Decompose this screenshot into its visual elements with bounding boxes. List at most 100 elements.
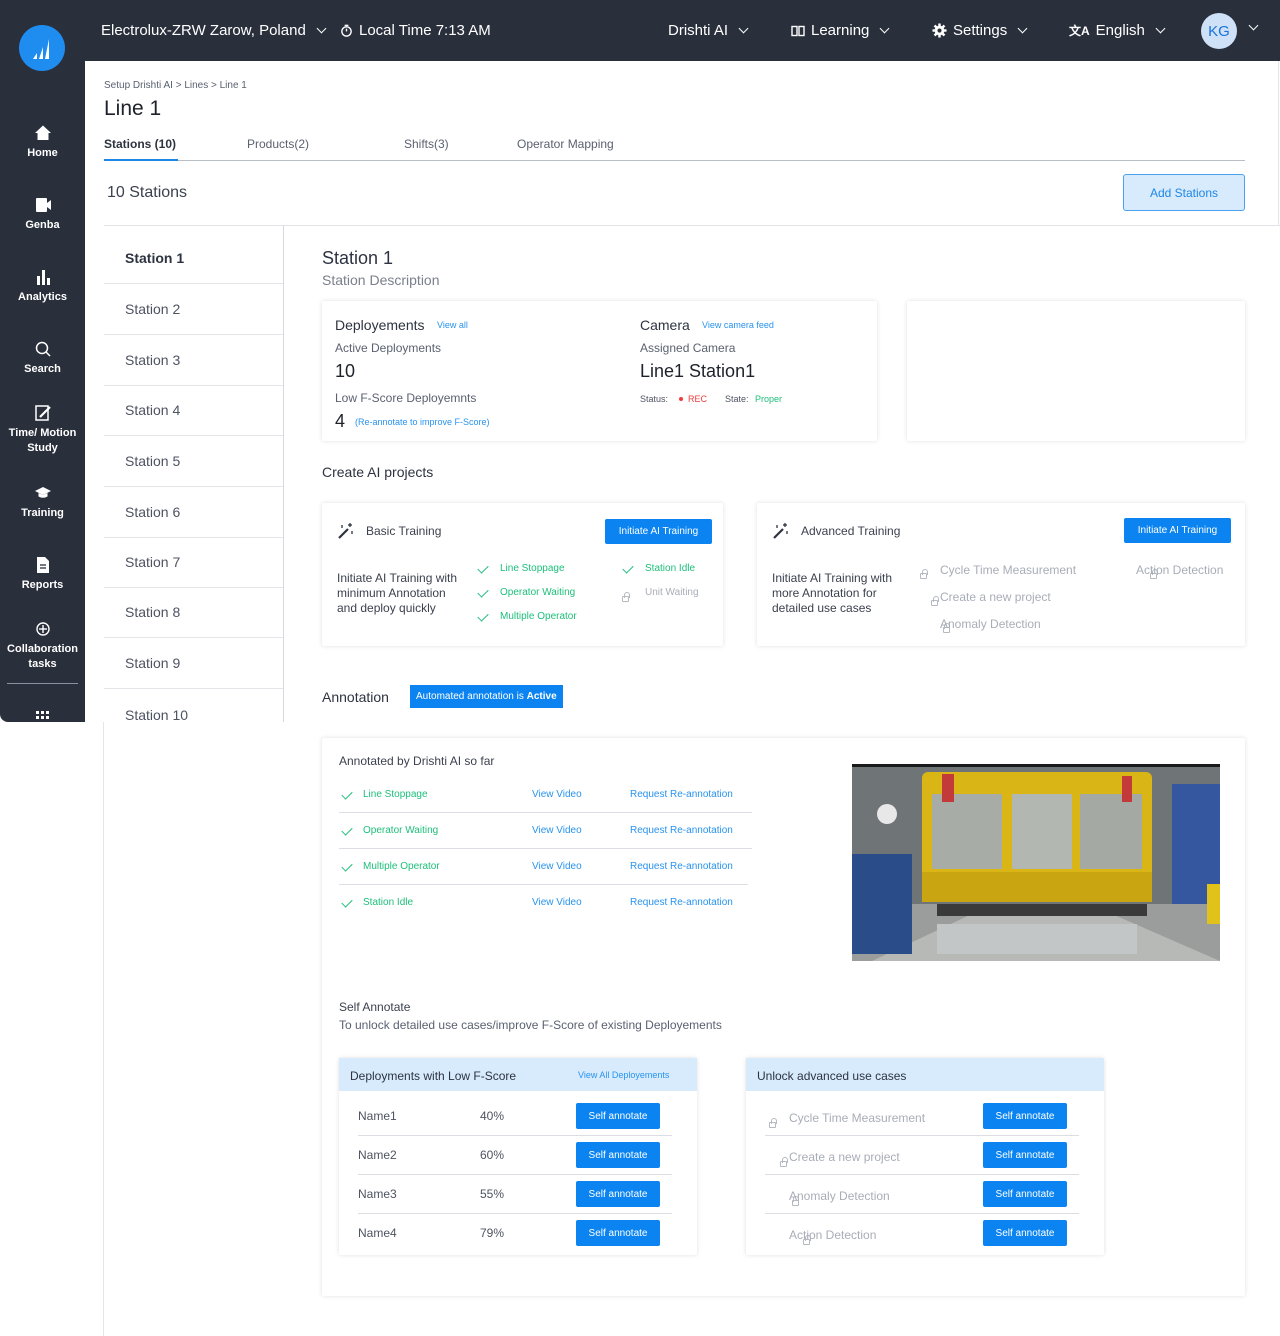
content-right-border	[1278, 61, 1279, 226]
search-icon	[35, 341, 51, 357]
deployment-name: Name2	[358, 1148, 397, 1162]
chevron-down-icon	[1017, 23, 1028, 34]
view-camera-feed-link[interactable]: View camera feed	[702, 320, 774, 330]
tab-shifts[interactable]: Shifts(3)	[404, 137, 449, 151]
breadcrumb[interactable]: Setup Drishti AI > Lines > Line 1	[104, 80, 247, 91]
unlock-title: Unlock advanced use cases	[757, 1069, 907, 1083]
nav-analytics[interactable]: Analytics	[0, 268, 85, 305]
deployment-fscore: 40%	[480, 1109, 505, 1123]
station-item[interactable]: Station 9	[104, 638, 283, 689]
video-camera-icon	[35, 198, 51, 212]
annotation-card: Annotated by Drishti AI so far Line Stop…	[322, 738, 1245, 1296]
advanced-desc-line: detailed use cases	[772, 601, 872, 615]
low-fscore-title: Deployments with Low F-Score	[350, 1069, 517, 1083]
badge-prefix: Automated annotation is	[416, 691, 524, 702]
request-reannotation-link[interactable]: Request Re-annotation	[630, 789, 733, 800]
badge-state: Active	[526, 691, 557, 702]
view-video-link[interactable]: View Video	[532, 789, 582, 800]
deployment-name: Name4	[358, 1226, 397, 1240]
stopwatch-icon	[341, 24, 352, 37]
locked-usecase: Action Detection	[789, 1228, 877, 1242]
self-annotate-button[interactable]: Self annotate	[576, 1220, 660, 1246]
learning-menu[interactable]: Learning	[791, 22, 890, 39]
nav-reports[interactable]: Reports	[0, 556, 85, 593]
view-video-link[interactable]: View Video	[532, 897, 582, 908]
deployments-view-all-link[interactable]: View all	[437, 320, 468, 330]
camera-title: Camera	[640, 317, 690, 333]
tab-stations[interactable]: Stations (10)	[104, 137, 176, 151]
reannotate-link[interactable]: (Re-annotate to improve F-Score)	[355, 417, 490, 427]
basic-initiate-training-button[interactable]: Initiate AI Training	[605, 519, 712, 544]
plant-selector[interactable]: Electrolux-ZRW Zarow, Poland	[101, 22, 327, 39]
annotation-title: Annotation	[322, 689, 389, 705]
annotated-usecase: Operator Waiting	[363, 825, 439, 836]
station-item[interactable]: Station 8	[104, 587, 283, 638]
row-divider	[358, 1135, 672, 1136]
nav-time-motion[interactable]: Time/ Motion Study	[0, 404, 85, 456]
station-item[interactable]: Station 2	[104, 284, 283, 335]
view-video-link[interactable]: View Video	[532, 825, 582, 836]
lock-icon	[622, 592, 630, 602]
view-video-link[interactable]: View Video	[532, 861, 582, 872]
unlock-usecases-table: Unlock advanced use cases Cycle Time Mea…	[746, 1058, 1104, 1255]
station-item[interactable]: Station 7	[104, 537, 283, 588]
drishti-menu[interactable]: Drishti AI	[668, 22, 749, 39]
view-all-deployments-link[interactable]: View All Deployements	[578, 1070, 669, 1080]
nav-home[interactable]: Home	[0, 124, 85, 161]
station-item[interactable]: Station 10	[104, 689, 283, 740]
check-icon	[341, 824, 353, 836]
advanced-initiate-training-button[interactable]: Initiate AI Training	[1124, 518, 1231, 543]
request-reannotation-link[interactable]: Request Re-annotation	[630, 861, 733, 872]
tab-products[interactable]: Products(2)	[247, 137, 309, 151]
automated-annotation-badge[interactable]: Automated annotation is Active	[410, 685, 563, 708]
translate-icon: 文A	[1069, 24, 1090, 38]
chevron-down-icon	[1155, 23, 1166, 34]
assigned-camera-label: Assigned Camera	[640, 341, 736, 355]
language-menu[interactable]: 文A English	[1069, 22, 1166, 39]
gear-icon	[932, 23, 947, 38]
chevron-down-icon	[879, 23, 890, 34]
self-annotate-button[interactable]: Self annotate	[983, 1181, 1067, 1207]
station-item[interactable]: Station 3	[104, 335, 283, 386]
self-annotate-button[interactable]: Self annotate	[576, 1142, 660, 1168]
self-annotate-button[interactable]: Self annotate	[983, 1220, 1067, 1246]
apps-grid-icon[interactable]	[36, 711, 49, 722]
learning-label: Learning	[811, 22, 870, 39]
station-item[interactable]: Station 5	[104, 436, 283, 487]
avatar[interactable]: KG	[1201, 13, 1237, 49]
nav-search-label: Search	[24, 363, 61, 375]
request-reannotation-link[interactable]: Request Re-annotation	[630, 897, 733, 908]
advanced-usecase-locked: Action Detection	[1136, 563, 1224, 577]
nav-search[interactable]: Search	[0, 340, 85, 377]
request-reannotation-link[interactable]: Request Re-annotation	[630, 825, 733, 836]
nav-collaboration[interactable]: Collaboration tasks	[0, 620, 85, 672]
deployment-name: Name3	[358, 1187, 397, 1201]
station-item[interactable]: Station 6	[104, 487, 283, 538]
self-annotate-button[interactable]: Self annotate	[983, 1103, 1067, 1129]
nav-genba[interactable]: Genba	[0, 196, 85, 233]
lock-icon	[769, 1118, 777, 1128]
nav-training[interactable]: Training	[0, 484, 85, 521]
camera-feed-thumbnail[interactable]	[852, 764, 1220, 961]
deployment-name: Name1	[358, 1109, 397, 1123]
low-fscore-value: 4	[335, 411, 346, 431]
chevron-down-icon	[316, 23, 327, 34]
tabs-divider	[104, 160, 1245, 161]
chevron-down-icon[interactable]	[1248, 20, 1259, 31]
basic-training-card: Basic Training Initiate AI Training Init…	[322, 503, 723, 646]
self-annotate-button[interactable]: Self annotate	[576, 1103, 660, 1129]
check-icon	[477, 610, 489, 622]
settings-menu[interactable]: Settings	[932, 22, 1028, 39]
self-annotate-button[interactable]: Self annotate	[576, 1181, 660, 1207]
station-item[interactable]: Station 4	[104, 385, 283, 436]
lock-icon	[780, 1157, 788, 1167]
advanced-desc-line: Initiate AI Training with	[772, 571, 893, 585]
sidebar: Home Genba Analytics Search Time/ Motion…	[0, 0, 85, 722]
row-divider	[765, 1174, 1079, 1175]
station-item[interactable]: Station 1	[104, 233, 283, 284]
self-annotate-button[interactable]: Self annotate	[983, 1142, 1067, 1168]
advanced-desc-line: more Annotation for	[772, 586, 877, 600]
tab-operator-mapping[interactable]: Operator Mapping	[517, 137, 614, 151]
drishti-logo[interactable]	[19, 25, 65, 71]
add-stations-button[interactable]: Add Stations	[1123, 174, 1245, 211]
